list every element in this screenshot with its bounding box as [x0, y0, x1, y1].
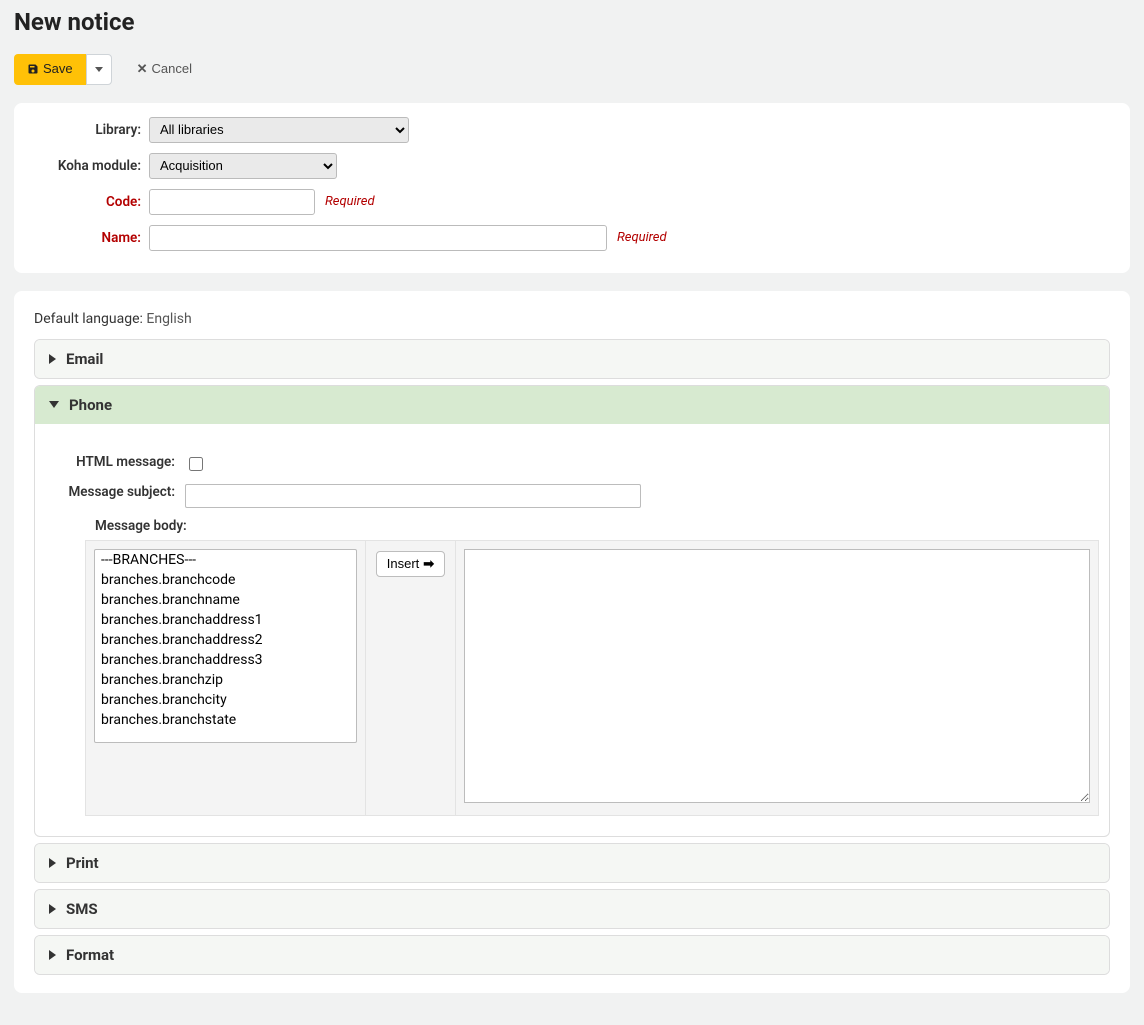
section-email: Email [34, 339, 1110, 379]
message-body-grid: ---BRANCHES---branches.branchcodebranche… [85, 540, 1099, 816]
caret-down-icon [95, 67, 103, 72]
section-phone: Phone HTML message: Message subject: Mes… [34, 385, 1110, 837]
module-select[interactable]: Acquisition [149, 153, 337, 179]
save-dropdown-button[interactable] [86, 54, 112, 85]
section-sms-header[interactable]: SMS [35, 890, 1109, 928]
basic-info-panel: Library: All libraries Koha module: Acqu… [14, 103, 1130, 273]
section-format-header[interactable]: Format [35, 936, 1109, 974]
section-format: Format [34, 935, 1110, 975]
field-option[interactable]: branches.branchaddress3 [95, 650, 356, 670]
section-email-header[interactable]: Email [35, 340, 1109, 378]
chevron-right-icon [49, 904, 56, 914]
message-subject-label: Message subject: [45, 484, 185, 502]
save-button[interactable]: Save [14, 54, 86, 85]
name-required-hint: Required [617, 230, 667, 245]
default-language: Default language: English [34, 311, 1110, 327]
field-option[interactable]: branches.branchzip [95, 670, 356, 690]
name-input[interactable] [149, 225, 607, 251]
code-required-hint: Required [325, 194, 375, 209]
field-option[interactable]: branches.branchaddress1 [95, 610, 356, 630]
chevron-down-icon [49, 401, 59, 408]
section-sms-title: SMS [66, 900, 98, 918]
chevron-right-icon [49, 950, 56, 960]
default-language-label: Default language: [34, 311, 143, 327]
default-language-value: English [146, 311, 191, 327]
html-message-checkbox[interactable] [189, 457, 203, 471]
section-phone-title: Phone [69, 396, 112, 414]
section-email-title: Email [66, 350, 103, 368]
section-sms: SMS [34, 889, 1110, 929]
field-option[interactable]: branches.branchaddress2 [95, 630, 356, 650]
code-input[interactable] [149, 189, 315, 215]
arrow-right-icon: ➡ [423, 556, 434, 572]
section-print: Print [34, 843, 1110, 883]
chevron-right-icon [49, 858, 56, 868]
name-label: Name: [34, 230, 149, 246]
section-phone-body: HTML message: Message subject: Message b… [35, 424, 1109, 836]
field-option[interactable]: branches.branchcity [95, 690, 356, 710]
field-option[interactable]: ---BRANCHES--- [95, 550, 356, 570]
code-label: Code: [34, 194, 149, 210]
insert-button[interactable]: Insert ➡ [376, 551, 445, 577]
chevron-right-icon [49, 354, 56, 364]
toolbar: Save ✕ Cancel [14, 54, 1130, 85]
section-print-title: Print [66, 854, 99, 872]
section-phone-header[interactable]: Phone [35, 386, 1109, 424]
close-icon: ✕ [137, 61, 148, 78]
module-label: Koha module: [34, 158, 149, 174]
field-option[interactable]: branches.branchcode [95, 570, 356, 590]
field-option[interactable]: branches.branchstate [95, 710, 356, 730]
save-icon [27, 63, 39, 75]
field-option[interactable]: branches.branchname [95, 590, 356, 610]
library-label: Library: [34, 122, 149, 138]
page-title: New notice [14, 8, 1130, 36]
section-print-header[interactable]: Print [35, 844, 1109, 882]
message-body-label: Message body: [95, 518, 1099, 534]
cancel-label: Cancel [152, 61, 192, 78]
message-subject-input[interactable] [185, 484, 641, 508]
library-select[interactable]: All libraries [149, 117, 409, 143]
transports-panel: Default language: English Email Phone HT… [14, 291, 1130, 993]
message-body-textarea[interactable] [464, 549, 1090, 803]
html-message-label: HTML message: [45, 454, 185, 472]
cancel-button[interactable]: ✕ Cancel [124, 54, 205, 85]
save-label: Save [43, 61, 73, 78]
section-format-title: Format [66, 946, 114, 964]
field-list-select[interactable]: ---BRANCHES---branches.branchcodebranche… [94, 549, 357, 743]
insert-label: Insert [387, 556, 420, 571]
